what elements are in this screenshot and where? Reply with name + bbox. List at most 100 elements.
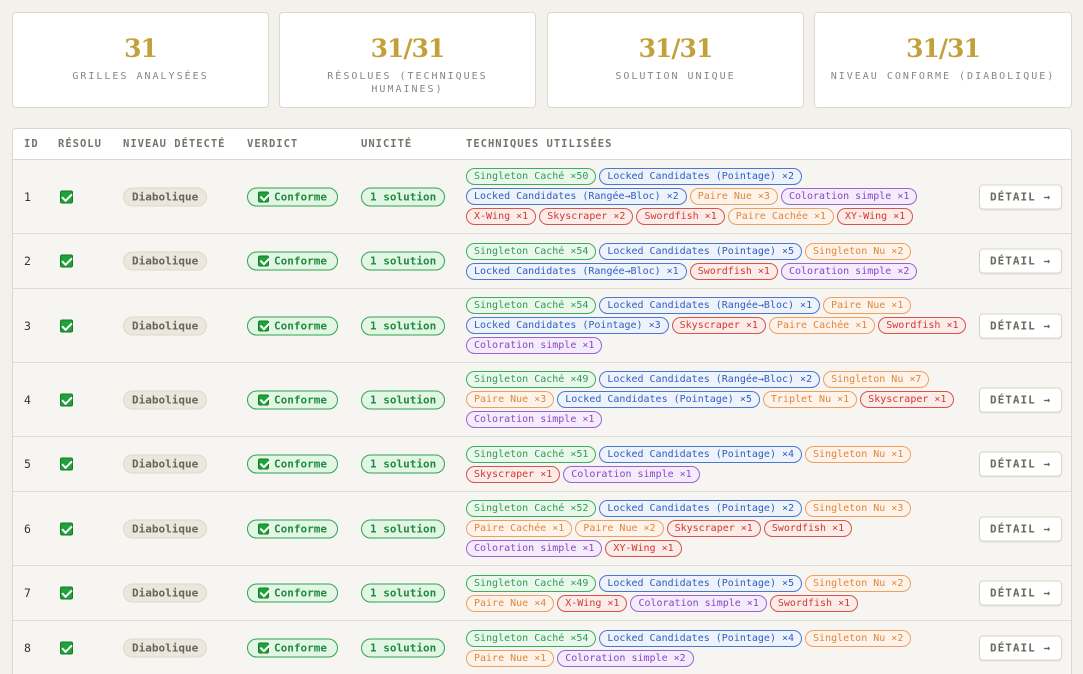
check-icon — [258, 255, 269, 267]
technique-tag: Paire Nue ×3 — [466, 391, 555, 408]
technique-tag: Paire Nue ×2 — [575, 520, 664, 537]
technique-tag: Paire Cachée ×1 — [768, 317, 876, 334]
techniques-list: Singleton Caché ×49 Locked Candidates (Ra… — [466, 371, 971, 428]
stat-label: RÉSOLUES (TECHNIQUES HUMAINES) — [327, 71, 488, 95]
detail-button[interactable]: DÉTAIL → — [979, 580, 1062, 606]
technique-tag: X-Wing ×1 — [557, 595, 628, 612]
verdict-label: Conforme — [274, 319, 327, 332]
detail-button[interactable]: DÉTAIL → — [979, 516, 1062, 541]
technique-tag: Swordfish ×1 — [763, 520, 853, 537]
verdict-badge: Conforme — [247, 454, 338, 474]
unicity-badge: 1 solution — [361, 519, 446, 538]
techniques-list: Singleton Caché ×54 Locked Candidates (Po… — [466, 243, 971, 280]
detail-button[interactable]: DÉTAIL → — [979, 313, 1062, 338]
technique-tag: Singleton Nu ×2 — [805, 575, 912, 592]
verdict-label: Conforme — [274, 393, 327, 406]
technique-tag: Skyscraper ×2 — [539, 208, 634, 225]
technique-tag: Paire Nue ×3 — [689, 188, 778, 205]
verdict-badge: Conforme — [247, 251, 338, 271]
technique-tag: Coloration simple ×2 — [557, 650, 694, 667]
stat-label: SOLUTION UNIQUE — [615, 71, 736, 82]
row-id: 6 — [24, 521, 31, 536]
level-badge: Diabolique — [123, 519, 208, 538]
solved-checkbox-icon — [60, 190, 73, 203]
solved-checkbox-icon — [60, 319, 73, 332]
technique-tag: Locked Candidates (Rangée→Bloc) ×1 — [599, 297, 821, 314]
technique-tag: Swordfish ×1 — [769, 595, 859, 612]
technique-tag: XY-Wing ×1 — [837, 208, 914, 225]
check-icon — [258, 458, 269, 470]
detail-button[interactable]: DÉTAIL → — [979, 451, 1062, 477]
table-row: 5 Diabolique Conforme 1 solution Singleton C… — [13, 437, 1071, 492]
technique-tag: Singleton Nu ×2 — [805, 243, 912, 260]
stat-value: 31 — [124, 34, 158, 63]
verdict-label: Conforme — [274, 586, 327, 600]
row-id: 2 — [24, 254, 31, 268]
verdict-label: Conforme — [274, 641, 327, 655]
table-header: ID RÉSOLU NIVEAU DÉTECTÉ VERDICT UNICITÉ… — [13, 129, 1071, 160]
technique-tag: Singleton Caché ×54 — [466, 243, 597, 260]
level-badge: Diabolique — [123, 454, 208, 474]
techniques-list: Singleton Caché ×51 Locked Candidates (Po… — [466, 446, 971, 483]
techniques-list: Singleton Caché ×50 Locked Candidates (Po… — [466, 168, 971, 225]
header-unicity: UNICITÉ — [361, 138, 413, 150]
stat-value: 31/31 — [906, 34, 981, 63]
techniques-list: Singleton Caché ×49 Locked Candidates (Po… — [466, 575, 971, 612]
unicity-badge: 1 solution — [361, 583, 446, 603]
technique-tag: Locked Candidates (Pointage) ×2 — [599, 500, 803, 517]
technique-tag: Coloration simple ×1 — [466, 540, 603, 557]
stat-card-unique: 31/31 SOLUTION UNIQUE — [547, 12, 804, 108]
solved-checkbox-icon — [60, 586, 73, 600]
detail-button[interactable]: DÉTAIL → — [979, 635, 1062, 661]
technique-tag: Singleton Nu ×2 — [805, 630, 912, 647]
header-solved: RÉSOLU — [58, 138, 102, 150]
technique-tag: X-Wing ×1 — [466, 208, 537, 225]
technique-tag: Coloration simple ×1 — [466, 337, 603, 354]
technique-tag: Paire Cachée ×1 — [727, 208, 835, 225]
techniques-list: Singleton Caché ×54 Locked Candidates (Po… — [466, 630, 971, 667]
header-level: NIVEAU DÉTECTÉ — [123, 138, 226, 150]
technique-tag: Locked Candidates (Pointage) ×4 — [599, 446, 803, 463]
table-row: 3 Diabolique Conforme 1 solution Singleton C… — [13, 289, 1071, 363]
technique-tag: Locked Candidates (Rangée→Bloc) ×1 — [466, 263, 687, 280]
check-icon — [258, 191, 269, 202]
header-id: ID — [24, 138, 39, 150]
technique-tag: Coloration simple ×1 — [780, 188, 918, 205]
technique-tag: Locked Candidates (Pointage) ×2 — [599, 168, 803, 185]
table-row: 8 Diabolique Conforme 1 solution Singleton C… — [13, 621, 1071, 674]
techniques-list: Singleton Caché ×52 Locked Candidates (Po… — [466, 500, 971, 557]
solved-checkbox-icon — [60, 393, 73, 406]
detail-button[interactable]: DÉTAIL → — [979, 184, 1062, 209]
technique-tag: Skyscraper ×1 — [666, 520, 761, 537]
level-badge: Diabolique — [123, 638, 208, 658]
detail-button[interactable]: DÉTAIL → — [979, 248, 1062, 274]
stat-label: GRILLES ANALYSÉES — [72, 71, 209, 82]
results-table: ID RÉSOLU NIVEAU DÉTECTÉ VERDICT UNICITÉ… — [12, 128, 1072, 674]
solved-checkbox-icon — [60, 641, 73, 655]
technique-tag: Coloration simple ×1 — [563, 466, 700, 483]
unicity-badge: 1 solution — [361, 454, 446, 474]
unicity-badge: 1 solution — [361, 390, 446, 409]
technique-tag: Coloration simple ×1 — [630, 595, 767, 612]
detail-button[interactable]: DÉTAIL → — [979, 387, 1062, 412]
verdict-label: Conforme — [274, 254, 327, 268]
row-id: 3 — [24, 318, 31, 333]
level-badge: Diabolique — [123, 251, 208, 271]
technique-tag: Singleton Caché ×51 — [466, 446, 597, 463]
technique-tag: Locked Candidates (Pointage) ×3 — [466, 317, 669, 334]
technique-tag: Paire Nue ×1 — [466, 650, 555, 667]
table-row: 6 Diabolique Conforme 1 solution Singleton C… — [13, 492, 1071, 566]
verdict-badge: Conforme — [247, 583, 338, 603]
technique-tag: Locked Candidates (Rangée→Bloc) ×2 — [466, 188, 687, 205]
level-badge: Diabolique — [123, 316, 208, 335]
technique-tag: Singleton Nu ×3 — [805, 500, 912, 517]
technique-tag: Singleton Caché ×49 — [466, 371, 597, 388]
row-id: 7 — [24, 586, 31, 600]
stats-panel: 31 GRILLES ANALYSÉES 31/31 RÉSOLUES (TEC… — [12, 12, 1072, 108]
unicity-badge: 1 solution — [361, 251, 446, 271]
check-icon — [258, 394, 269, 405]
level-badge: Diabolique — [123, 390, 208, 409]
row-id: 5 — [24, 457, 31, 471]
technique-tag: Locked Candidates (Rangée→Bloc) ×2 — [599, 371, 821, 388]
verdict-label: Conforme — [274, 522, 327, 535]
